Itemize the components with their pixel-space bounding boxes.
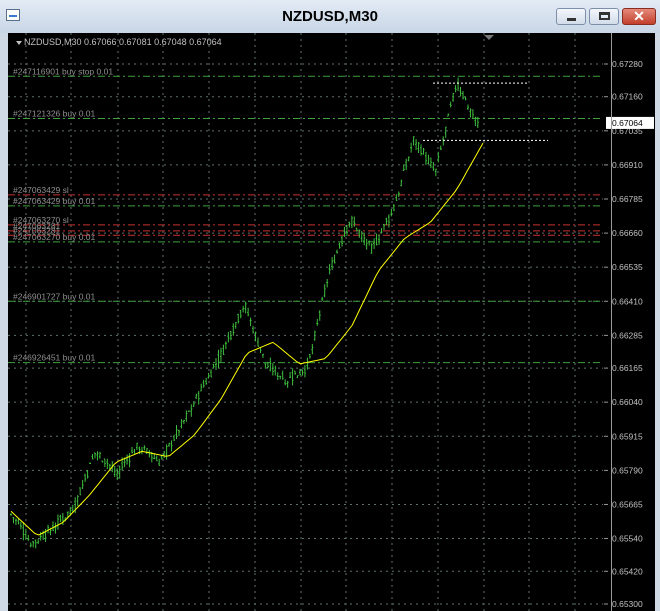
order-label: #246901727 buy 0.01	[13, 291, 96, 301]
price-tick-label: 0.66910	[612, 160, 643, 170]
price-tick-label: 0.66040	[612, 397, 643, 407]
symbol-dropdown-icon[interactable]	[16, 41, 22, 45]
price-tick-label: 0.65665	[612, 499, 643, 509]
order-label: #247063270 buy 0.01	[13, 232, 96, 242]
price-tick-label: 0.67160	[612, 92, 643, 102]
maximize-icon	[599, 12, 610, 20]
price-tick-label: 0.65420	[612, 566, 643, 576]
price-tick-label: 0.66535	[612, 262, 643, 272]
price-tick-label: 0.66285	[612, 330, 643, 340]
chart-canvas[interactable]: #247116901 buy stop 0.01 #247121326 buy 0…	[8, 33, 655, 611]
price-tick-label: 0.66660	[612, 228, 643, 238]
price-tick-label: 0.66410	[612, 296, 643, 306]
order-label: #246926451 buy 0.01	[13, 353, 96, 363]
close-icon: ✕	[633, 8, 645, 24]
order-label: #247121326 buy 0.01	[13, 109, 96, 119]
price-tick-label: 0.65915	[612, 431, 643, 441]
chart-shift-icon[interactable]	[484, 35, 494, 40]
candles	[10, 77, 479, 549]
order-label: #247063429 buy 0.01	[13, 196, 96, 206]
current-price-label: 0.67064	[612, 118, 643, 128]
close-button[interactable]: ✕	[622, 8, 656, 25]
order-lines: #247116901 buy stop 0.01 #247121326 buy 0…	[8, 66, 603, 364]
price-tick-label: 0.67280	[612, 59, 643, 69]
minimize-button[interactable]	[556, 8, 586, 25]
price-tick-label: 0.65790	[612, 465, 643, 475]
price-tick-label: 0.66165	[612, 363, 643, 373]
order-label: #247116901 buy stop 0.01	[13, 66, 113, 76]
price-tick-label: 0.65300	[612, 599, 643, 609]
symbol-info: NZDUSD,M30 0.67066 0.67081 0.67048 0.670…	[24, 37, 222, 47]
title-bar: NZDUSD,M30 ✕	[0, 0, 660, 33]
chart-grid	[8, 33, 603, 611]
order-label: #247063429 sl	[13, 185, 69, 195]
minimize-icon	[567, 18, 576, 21]
maximize-button[interactable]	[589, 8, 619, 25]
price-chart[interactable]: #247116901 buy stop 0.01 #247121326 buy 0…	[8, 33, 655, 611]
price-tick-label: 0.65540	[612, 534, 643, 544]
price-tick-label: 0.66785	[612, 194, 643, 204]
price-axis-divider	[611, 33, 612, 611]
